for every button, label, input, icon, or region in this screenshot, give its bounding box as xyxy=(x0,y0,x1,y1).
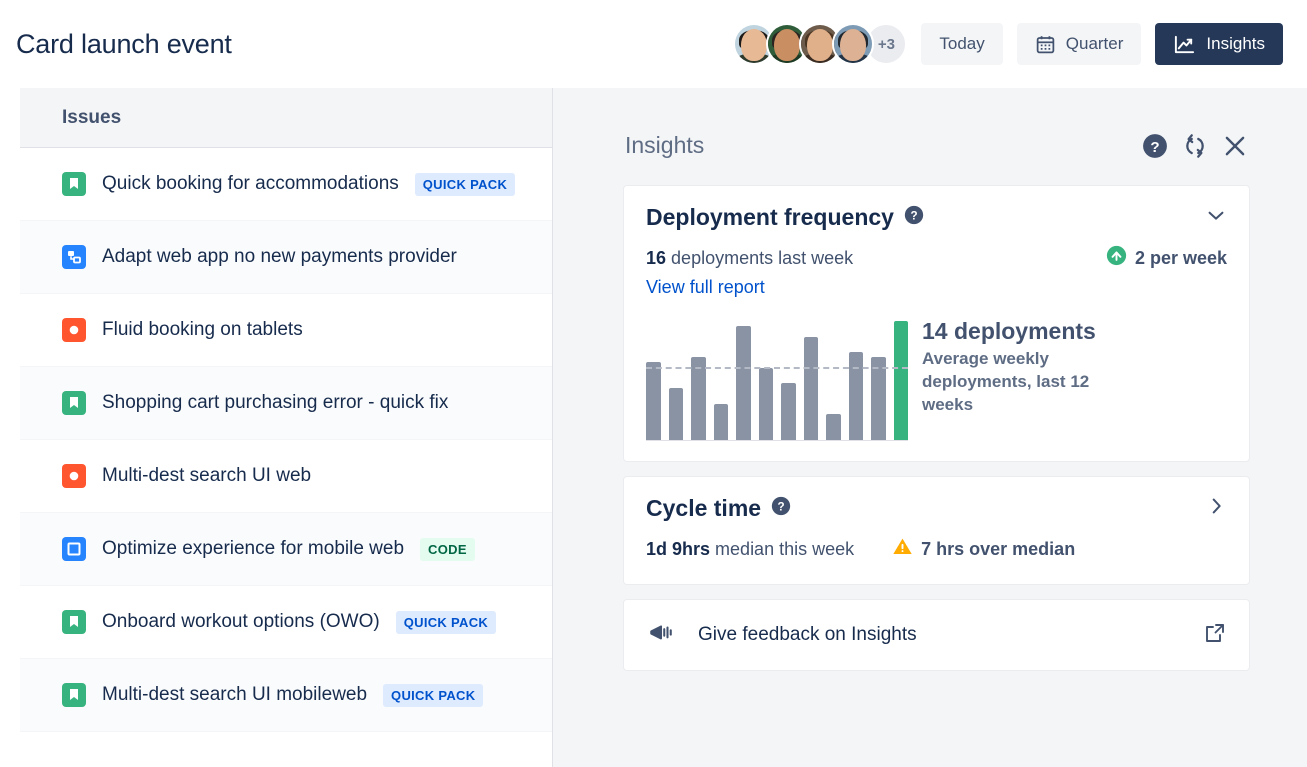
deployment-trend-label: 2 per week xyxy=(1135,248,1227,269)
insights-panel-header: Insights ? xyxy=(623,132,1250,159)
cycle-time-card-title: Cycle time xyxy=(646,495,761,522)
issue-label-badge: QUICK PACK xyxy=(396,611,496,634)
chart-average-line xyxy=(646,367,908,369)
svg-text:?: ? xyxy=(910,210,917,223)
chart-bar[interactable] xyxy=(646,362,661,440)
subtask-type-icon xyxy=(62,245,86,269)
avatar-face xyxy=(840,29,866,61)
chart-bar[interactable] xyxy=(691,357,706,440)
today-button[interactable]: Today xyxy=(921,23,1002,65)
page-title: Card launch event xyxy=(16,29,232,60)
calendar-icon xyxy=(1035,34,1056,55)
deployment-card-title: Deployment frequency xyxy=(646,204,894,231)
give-feedback-label: Give feedback on Insights xyxy=(698,624,917,646)
warning-triangle-icon xyxy=(892,536,913,562)
deployment-trend: 2 per week xyxy=(1106,245,1227,271)
issue-title: Shopping cart purchasing error - quick f… xyxy=(102,392,448,414)
chart-caption: 14 deployments Average weekly deployment… xyxy=(922,316,1132,417)
chart-bar[interactable] xyxy=(804,337,819,440)
issue-title: Multi-dest search UI web xyxy=(102,465,311,487)
insights-board-screen: Card launch event xyxy=(0,0,1307,767)
cycle-time-metric-row: 1d 9hrs median this week 7 hrs over medi… xyxy=(646,536,1227,562)
insights-panel-title: Insights xyxy=(625,132,704,159)
chart-bar[interactable] xyxy=(714,404,729,440)
story-type-icon xyxy=(62,391,86,415)
svg-text:?: ? xyxy=(1150,138,1159,155)
insights-panel-actions: ? xyxy=(1142,133,1248,159)
deployment-bar-chart[interactable] xyxy=(646,316,908,441)
deployment-metric-value: 16 xyxy=(646,248,666,268)
issue-title: Optimize experience for mobile web xyxy=(102,538,404,560)
top-bar: Card launch event xyxy=(0,0,1307,88)
chart-bar[interactable] xyxy=(871,357,886,440)
insights-panel: Insights ? xyxy=(552,88,1307,767)
cycle-time-metric-label: median this week xyxy=(715,539,854,559)
issue-label-badge: QUICK PACK xyxy=(383,684,483,707)
insights-button[interactable]: Insights xyxy=(1155,23,1283,65)
chevron-down-icon[interactable] xyxy=(1205,204,1227,231)
issue-title: Adapt web app no new payments provider xyxy=(102,246,457,268)
svg-text:?: ? xyxy=(778,501,785,514)
help-icon[interactable]: ? xyxy=(1142,133,1168,159)
deployment-metric-row: 16 deployments last week 2 per week xyxy=(646,245,1227,271)
avatar-group[interactable]: +3 xyxy=(733,23,907,65)
chart-bar[interactable] xyxy=(759,368,774,440)
avatar-face xyxy=(741,29,767,61)
chart-bar[interactable] xyxy=(781,383,796,440)
view-full-report-link[interactable]: View full report xyxy=(646,277,765,298)
quarter-button[interactable]: Quarter xyxy=(1017,23,1142,65)
issue-label-badge: CODE xyxy=(420,538,475,561)
trend-up-icon xyxy=(1106,245,1127,271)
cycle-time-card[interactable]: Cycle time ? xyxy=(623,476,1250,585)
deployment-metric: 16 deployments last week xyxy=(646,248,853,269)
story-type-icon xyxy=(62,683,86,707)
bug-type-icon xyxy=(62,318,86,342)
avatar-face xyxy=(807,29,833,61)
chart-average-value: 14 deployments xyxy=(922,318,1132,344)
help-icon[interactable]: ? xyxy=(904,205,924,230)
cycle-time-warning-label: 7 hrs over median xyxy=(921,539,1075,560)
close-icon[interactable] xyxy=(1222,133,1248,159)
chart-bars xyxy=(646,316,908,440)
issue-title: Onboard workout options (OWO) xyxy=(102,611,380,633)
megaphone-icon xyxy=(648,620,674,651)
deployment-chart-area: 14 deployments Average weekly deployment… xyxy=(646,316,1227,441)
bug-type-icon xyxy=(62,464,86,488)
help-icon[interactable]: ? xyxy=(771,496,791,521)
deployment-frequency-card[interactable]: Deployment frequency ? xyxy=(623,185,1250,462)
chart-bar[interactable] xyxy=(894,321,909,440)
insights-button-label: Insights xyxy=(1206,34,1265,54)
cycle-time-metric: 1d 9hrs median this week xyxy=(646,539,854,560)
avatar[interactable] xyxy=(832,23,874,65)
issue-title: Fluid booking on tablets xyxy=(102,319,303,341)
avatar-face xyxy=(774,29,800,61)
give-feedback-button[interactable]: Give feedback on Insights xyxy=(623,599,1250,671)
refresh-icon[interactable] xyxy=(1182,133,1208,159)
quarter-button-label: Quarter xyxy=(1066,34,1124,54)
cycle-time-warning: 7 hrs over median xyxy=(892,536,1075,562)
cycle-time-metric-value: 1d 9hrs xyxy=(646,539,710,559)
issue-title: Multi-dest search UI mobileweb xyxy=(102,684,367,706)
issue-title: Quick booking for accommodations xyxy=(102,173,399,195)
chart-baseline xyxy=(646,440,908,441)
chart-average-description: Average weekly deployments, last 12 week… xyxy=(922,348,1132,417)
issue-label-badge: QUICK PACK xyxy=(415,173,515,196)
today-button-label: Today xyxy=(939,34,984,54)
insights-chart-icon xyxy=(1173,33,1196,56)
cycle-time-card-header: Cycle time ? xyxy=(646,495,1227,522)
deployment-card-header: Deployment frequency ? xyxy=(646,204,1227,231)
external-link-icon xyxy=(1203,621,1227,650)
story-type-icon xyxy=(62,610,86,634)
chevron-right-icon[interactable] xyxy=(1205,495,1227,522)
deployment-metric-label: deployments last week xyxy=(671,248,853,268)
chart-bar[interactable] xyxy=(826,414,841,440)
top-bar-actions: +3 Today xyxy=(733,23,1283,65)
issues-column-title: Issues xyxy=(62,107,121,129)
task-type-icon xyxy=(62,537,86,561)
chart-bar[interactable] xyxy=(736,326,751,440)
story-type-icon xyxy=(62,172,86,196)
chart-bar[interactable] xyxy=(849,352,864,440)
chart-bar[interactable] xyxy=(669,388,684,440)
